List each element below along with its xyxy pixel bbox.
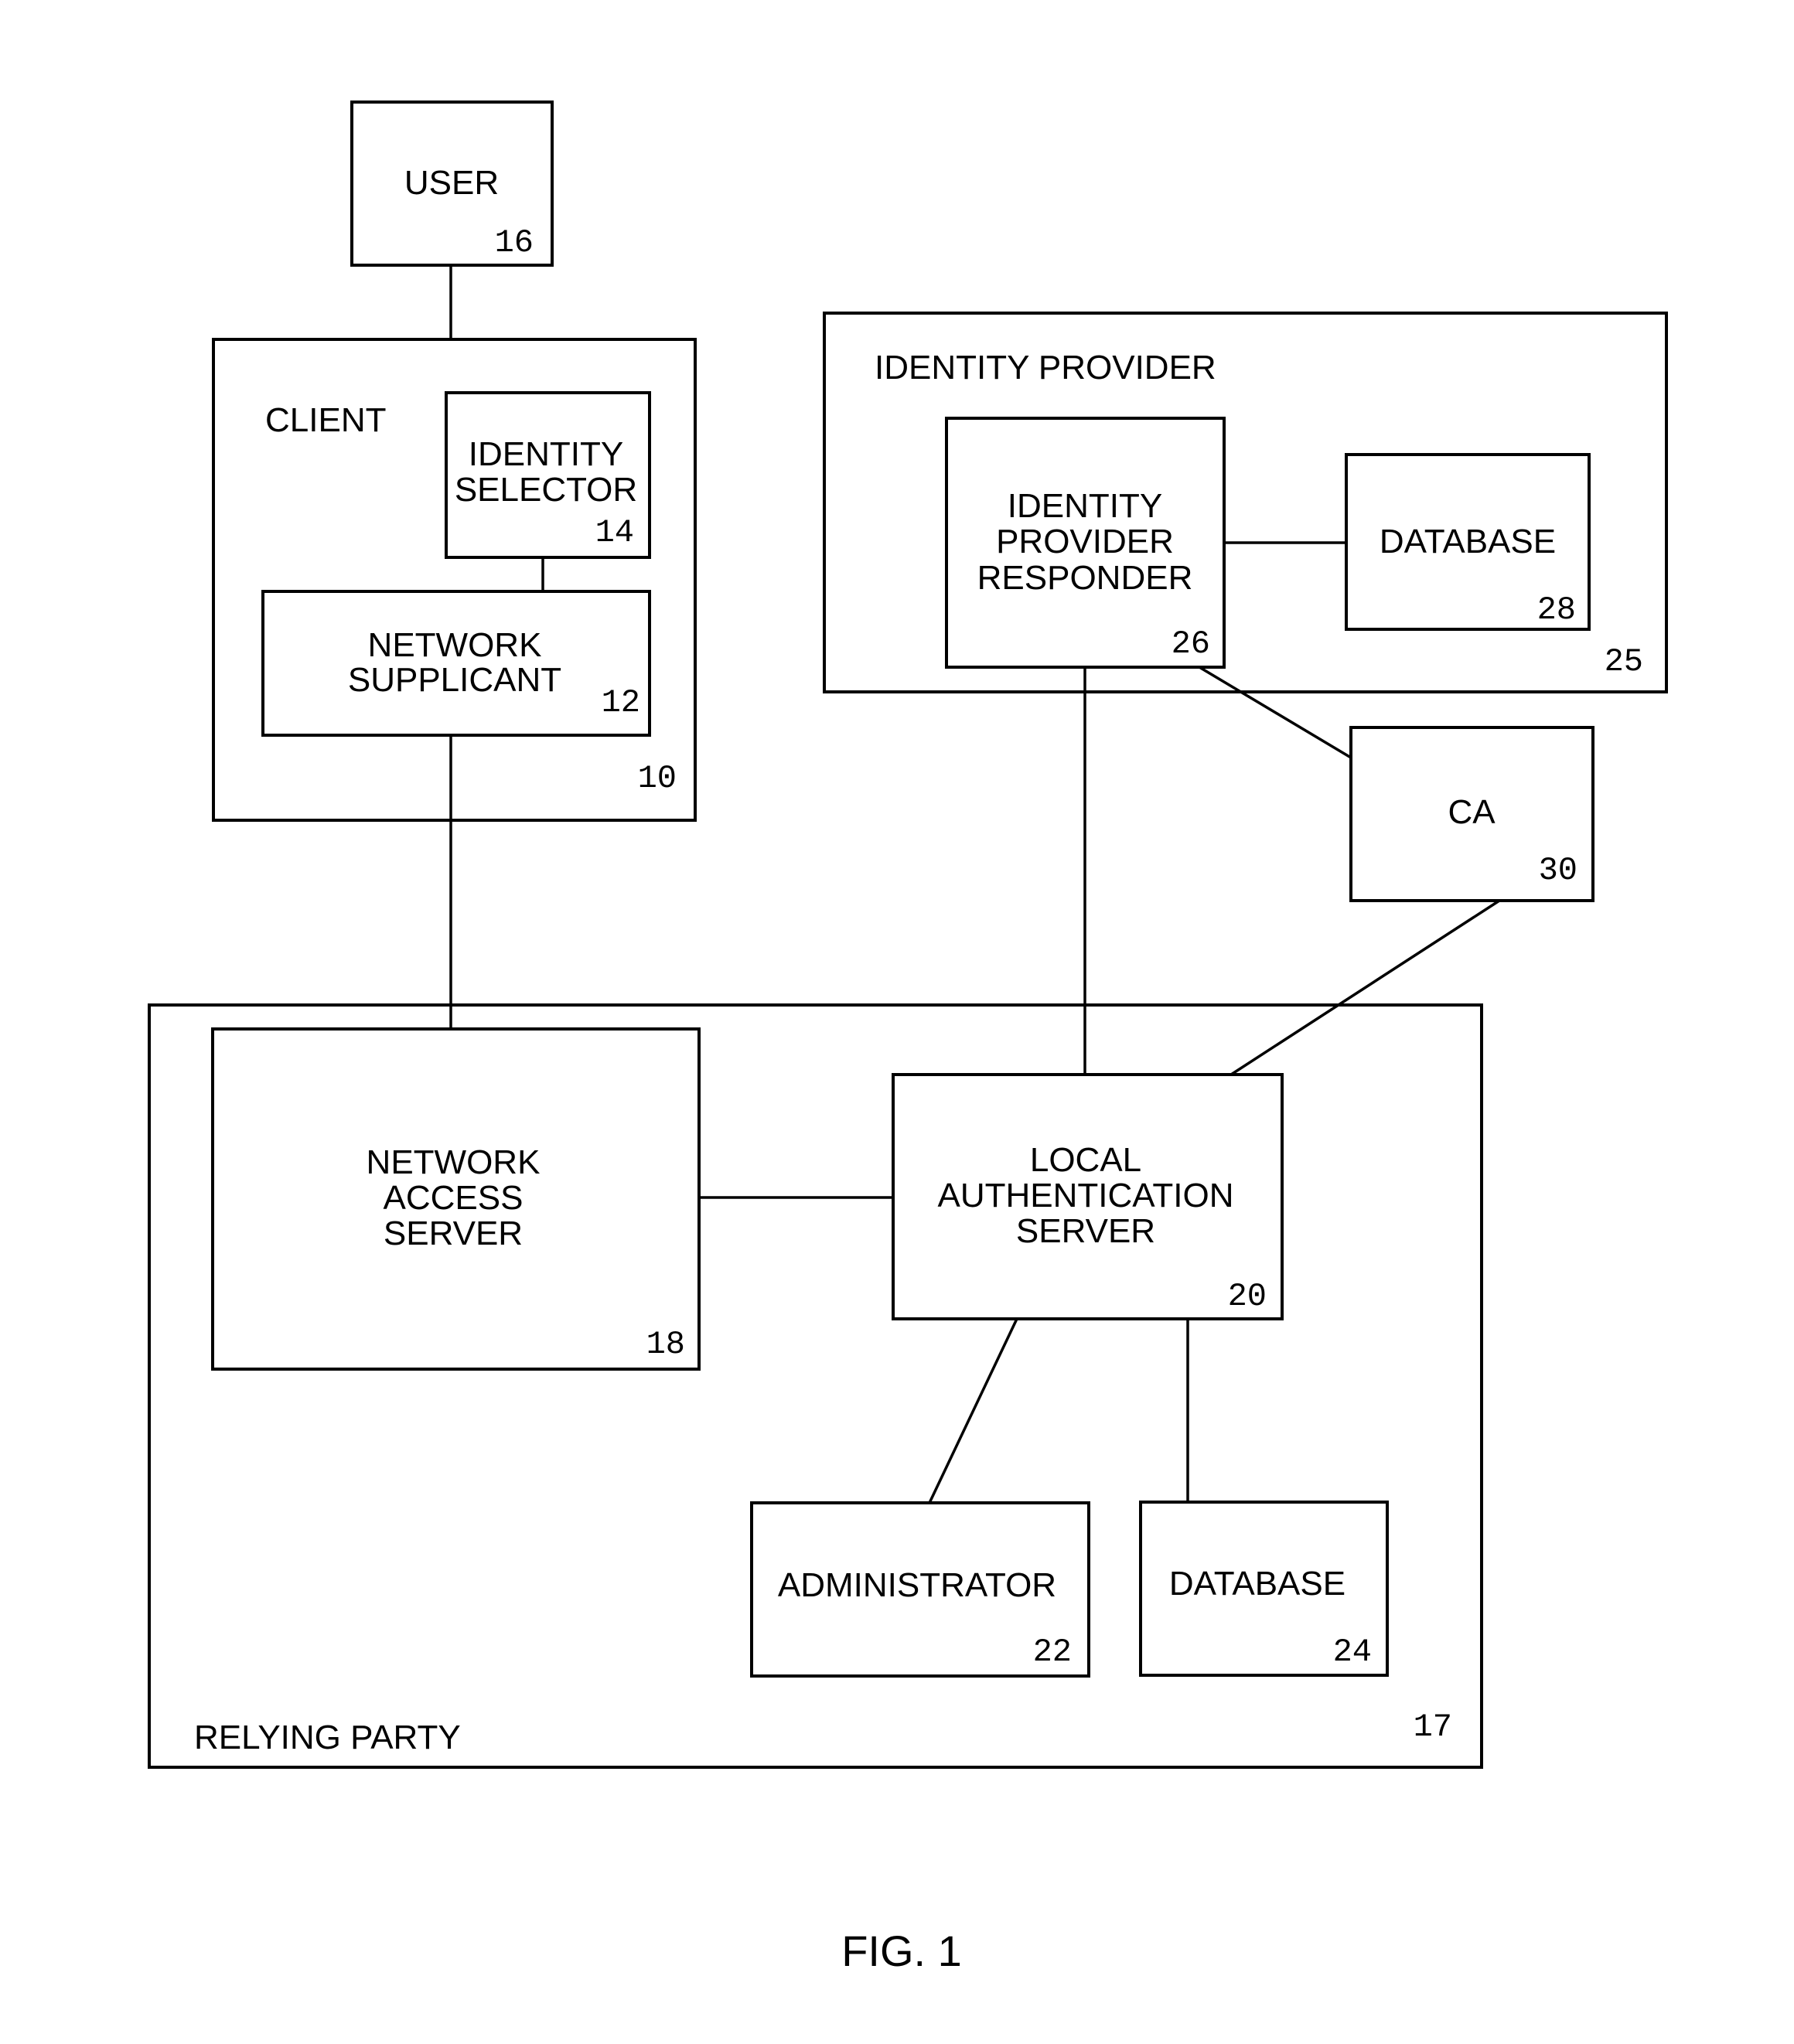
container-label: RELYING PARTY	[194, 1719, 461, 1756]
ref-number: 28	[1537, 591, 1576, 629]
node-label: CA	[1448, 793, 1496, 831]
node-ca: CA 30	[1349, 726, 1594, 902]
ref-number: 30	[1539, 852, 1577, 889]
ref-number: 22	[1033, 1633, 1072, 1671]
ref-number: 16	[495, 224, 534, 261]
ref-number: 26	[1172, 625, 1210, 663]
node-label: SUPPLICANT	[348, 661, 561, 699]
ref-number: 12	[602, 684, 640, 721]
ref-number: 25	[1605, 643, 1643, 680]
node-label: USER	[404, 164, 499, 202]
node-label: IDENTITY	[1008, 487, 1162, 525]
patent-diagram: USER 16 CLIENT 10 IDENTITY SELECTOR 14 N…	[148, 100, 1668, 1975]
node-label: ACCESS	[384, 1179, 524, 1217]
node-user: USER 16	[350, 100, 554, 267]
node-label: RESPONDER	[977, 559, 1193, 597]
figure-caption: FIG. 1	[841, 1926, 962, 1975]
ref-number: 10	[638, 760, 677, 797]
node-label: DATABASE	[1380, 523, 1556, 560]
node-label: SERVER	[384, 1214, 523, 1252]
node-network-access-server: NETWORK ACCESS SERVER 18	[211, 1027, 701, 1371]
ref-number: 14	[595, 514, 634, 551]
node-label: LOCAL	[1030, 1141, 1141, 1179]
node-label: SELECTOR	[455, 471, 637, 509]
connector-las-administrator	[928, 1318, 1018, 1504]
node-identity-selector: IDENTITY SELECTOR 14	[445, 391, 651, 559]
node-local-auth-server: LOCAL AUTHENTICATION SERVER 20	[892, 1073, 1284, 1320]
node-label: NETWORK	[368, 626, 542, 664]
container-label: CLIENT	[265, 401, 386, 439]
node-label: DATABASE	[1169, 1565, 1346, 1603]
ref-number: 20	[1228, 1278, 1267, 1315]
connector-responder-ca	[1199, 666, 1352, 759]
node-label: PROVIDER	[996, 523, 1174, 560]
ref-number: 17	[1414, 1708, 1452, 1746]
node-idp-responder: IDENTITY PROVIDER RESPONDER 26	[945, 417, 1226, 669]
node-label: IDENTITY	[469, 435, 623, 473]
node-label: ADMINISTRATOR	[778, 1566, 1056, 1604]
connector-ca-las	[1230, 899, 1500, 1076]
node-rp-database: DATABASE 24	[1139, 1501, 1389, 1677]
node-idp-database: DATABASE 28	[1345, 453, 1591, 631]
node-administrator: ADMINISTRATOR 22	[750, 1501, 1090, 1678]
node-label: NETWORK	[367, 1143, 541, 1181]
node-network-supplicant: NETWORK SUPPLICANT 12	[261, 590, 651, 737]
container-label: IDENTITY PROVIDER	[875, 349, 1216, 387]
node-label: SERVER	[1016, 1212, 1155, 1250]
ref-number: 24	[1333, 1633, 1372, 1671]
ref-number: 18	[646, 1326, 685, 1363]
node-label: AUTHENTICATION	[938, 1177, 1234, 1214]
